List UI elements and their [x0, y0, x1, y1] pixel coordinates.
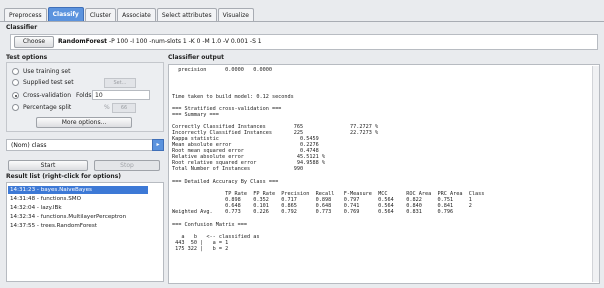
output-line: Time taken to build model: 0.12 seconds: [172, 94, 294, 100]
result-list-section-label: Result list (right-click for options): [6, 173, 122, 180]
tab-bar: Preprocess Classify Cluster Associate Se…: [4, 6, 255, 22]
output-line: === Detailed Accuracy By Class ===: [172, 179, 279, 185]
tab-associate[interactable]: Associate: [117, 8, 156, 22]
classifier-name: RandomForest: [58, 38, 108, 45]
classifier-section-label: Classifier: [6, 24, 38, 31]
tab-divider: [0, 21, 604, 22]
tab-classify[interactable]: Classify: [47, 7, 84, 22]
tab-cluster[interactable]: Cluster: [84, 8, 117, 22]
use-training-radio[interactable]: [12, 68, 19, 75]
percentage-split-radio[interactable]: [12, 104, 19, 111]
class-select-value: (Nom) class: [11, 142, 47, 149]
tab-select-attributes[interactable]: Select attributes: [156, 8, 217, 22]
result-list-item[interactable]: 14:32:34 - functions.MultilayerPerceptro…: [10, 213, 126, 221]
class-select[interactable]: (Nom) class: [6, 139, 164, 151]
result-list-item[interactable]: 14:32:04 - lazy.IBk: [10, 204, 62, 212]
output-line: === Summary ===: [172, 112, 219, 118]
supplied-test-label: Supplied test set: [23, 79, 74, 86]
output-line: 175 322 | b = 2: [172, 246, 229, 252]
classifier-config[interactable]: RandomForest -P 100 -I 100 -num-slots 1 …: [58, 36, 262, 48]
choose-button[interactable]: Choose: [14, 36, 54, 48]
classifier-options: -P 100 -I 100 -num-slots 1 -K 0 -M 1.0 -…: [108, 38, 262, 45]
chevron-down-icon[interactable]: ▸: [152, 139, 164, 151]
classifier-output-section-label: Classifier output: [168, 54, 224, 61]
supplied-test-radio[interactable]: [12, 79, 19, 86]
start-button[interactable]: Start: [8, 160, 88, 171]
output-scrollbar[interactable]: [592, 66, 599, 282]
use-training-label: Use training set: [23, 68, 71, 75]
supplied-set-button[interactable]: Set...: [104, 78, 136, 88]
result-list-item[interactable]: 14:37:55 - trees.RandomForest: [10, 222, 97, 230]
percentage-split-label: Percentage split: [23, 104, 72, 111]
output-line: Weighted Avg. 0.773 0.226 0.792 0.773 0.…: [172, 209, 454, 215]
output-line: === Confusion Matrix ===: [172, 222, 247, 228]
output-line: precision 0.0000 0.0000: [172, 67, 272, 73]
result-list-item[interactable]: 14:31:48 - functions.SMO: [10, 195, 81, 203]
cross-validation-radio[interactable]: [12, 92, 19, 99]
tab-visualize[interactable]: Visualize: [217, 8, 254, 22]
percentage-symbol: %: [104, 104, 110, 111]
test-options-section-label: Test options: [6, 54, 48, 61]
more-options-button[interactable]: More options...: [36, 117, 132, 128]
result-list-item[interactable]: 14:31:23 - bayes.NaiveBayes: [8, 186, 148, 194]
folds-input[interactable]: 10: [92, 90, 150, 100]
cross-validation-label: Cross-validation: [23, 92, 71, 99]
folds-label: Folds: [76, 92, 92, 99]
output-line: Total Number of Instances 990: [172, 166, 304, 172]
tab-preprocess[interactable]: Preprocess: [4, 8, 47, 22]
percentage-input[interactable]: 66: [112, 103, 136, 113]
stop-button[interactable]: Stop: [94, 160, 160, 171]
